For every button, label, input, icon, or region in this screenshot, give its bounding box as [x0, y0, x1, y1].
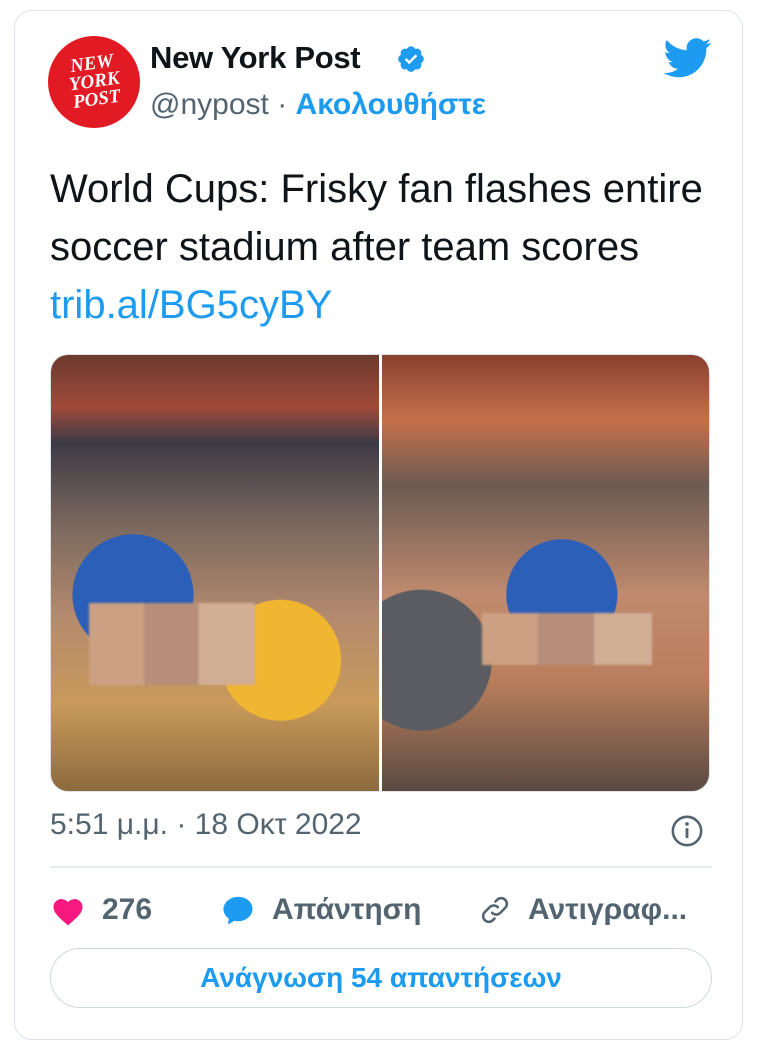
action-bar: 276 Απάντηση Αντιγραφ...	[50, 884, 712, 936]
follow-link[interactable]: Ακολουθήστε	[296, 88, 487, 121]
copy-link-button[interactable]: Αντιγραφ...	[478, 893, 687, 927]
info-icon[interactable]	[670, 814, 704, 848]
tweet-text: World Cups: Frisky fan flashes entire so…	[50, 160, 730, 334]
twitter-bird-icon[interactable]	[664, 38, 712, 78]
handle-row: @nypost · Ακολουθήστε	[150, 88, 486, 122]
date-separator: ·	[176, 808, 187, 841]
censor-blur	[89, 603, 255, 685]
reply-label: Απάντηση	[272, 893, 422, 926]
link-icon	[481, 896, 509, 924]
likes-count: 276	[102, 893, 153, 926]
media-photo-1[interactable]	[51, 355, 379, 791]
avatar[interactable]: NEW YORK POST	[48, 36, 140, 128]
tweet-time: 5:51 μ.μ.	[50, 808, 168, 841]
handle-separator: ·	[277, 88, 288, 121]
reply-bubble-icon	[223, 896, 253, 925]
copy-label: Αντιγραφ...	[528, 893, 688, 926]
heart-icon	[53, 899, 83, 926]
reply-button[interactable]: Απάντηση	[220, 893, 478, 927]
avatar-logo-text: NEW YORK POST	[67, 50, 122, 114]
like-button[interactable]: 276	[50, 893, 220, 927]
author-name[interactable]: New York Post	[150, 40, 361, 76]
censor-blur	[481, 613, 652, 665]
tweet-timestamp[interactable]: 5:51 μ.μ. · 18 Οκτ 2022	[50, 808, 362, 842]
verified-badge-icon	[398, 46, 424, 72]
tweet-date: 18 Οκτ 2022	[194, 808, 362, 841]
media-photo-2[interactable]	[381, 355, 709, 791]
tweet-body: World Cups: Frisky fan flashes entire so…	[50, 167, 703, 269]
divider	[50, 866, 712, 868]
read-replies-button[interactable]: Ανάγνωση 54 απαντήσεων	[50, 948, 712, 1008]
tweet-link[interactable]: trib.al/BG5cyBY	[50, 283, 332, 327]
tweet-media[interactable]	[50, 354, 710, 792]
author-handle[interactable]: @nypost	[150, 88, 269, 121]
